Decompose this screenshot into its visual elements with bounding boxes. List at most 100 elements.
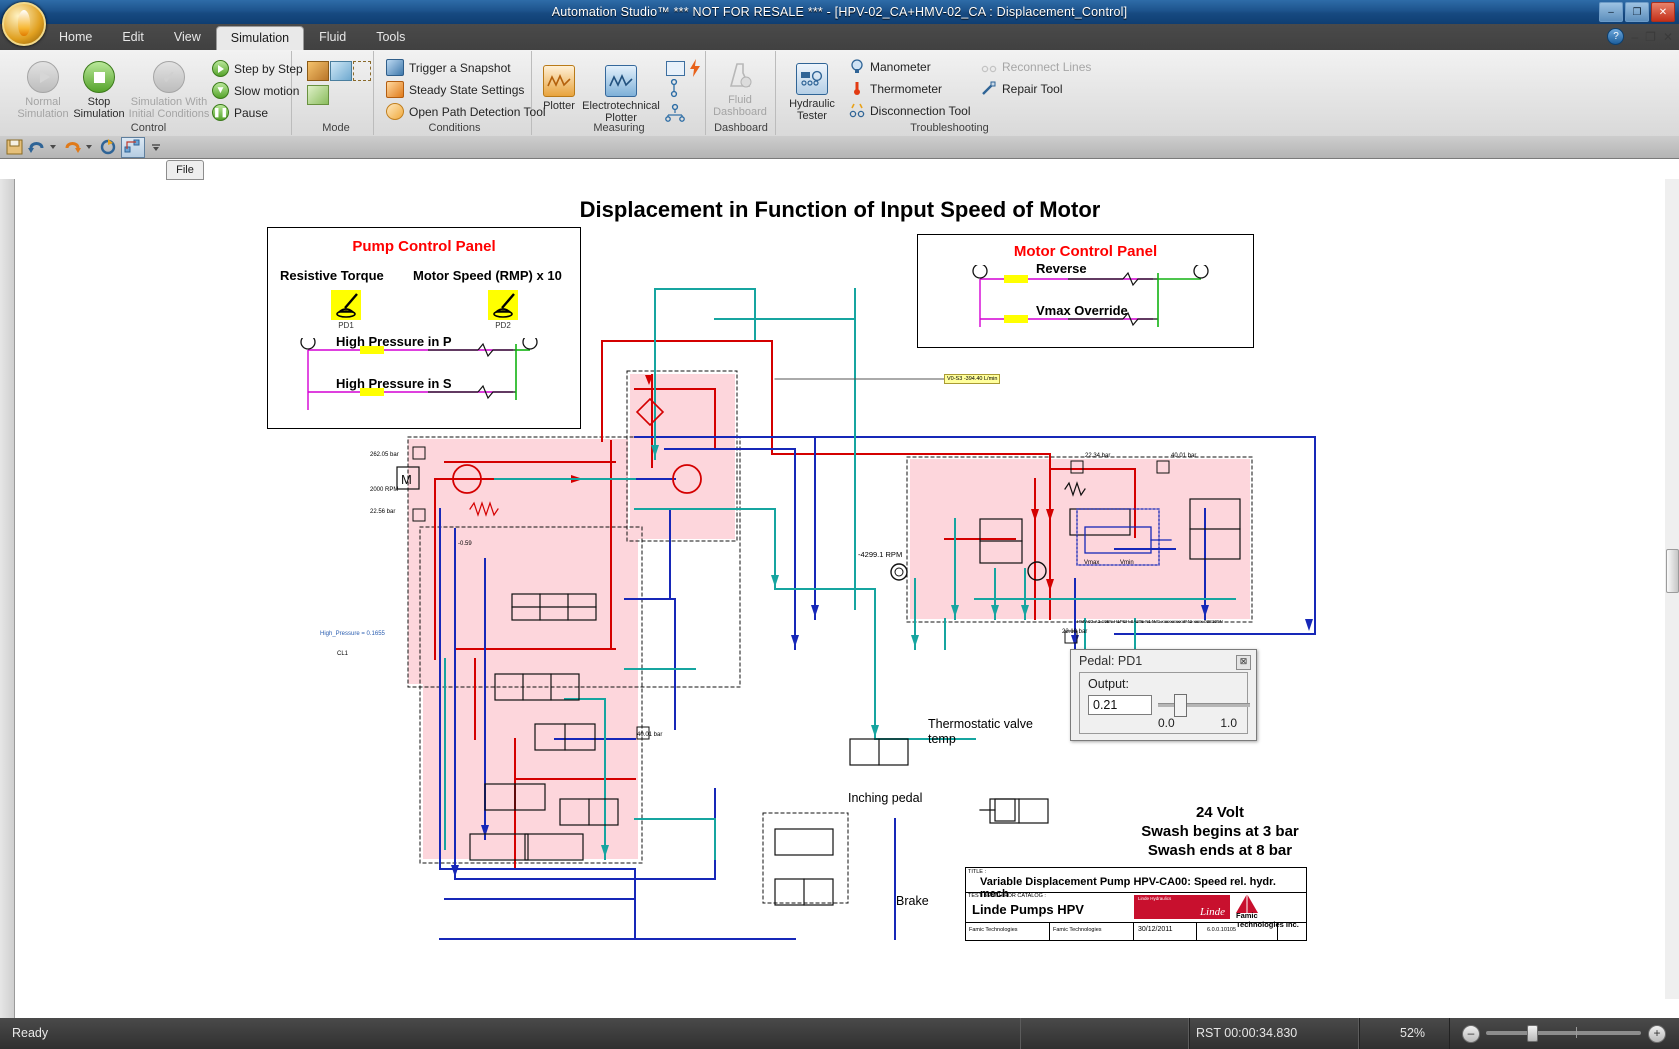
hydraulic-tester-label-1: Hydraulic [789, 98, 835, 110]
pedal-slider-thumb[interactable] [1174, 694, 1187, 717]
reconnect-lines-label: Reconnect Lines [1002, 59, 1092, 74]
mode-document-icon[interactable] [330, 61, 352, 81]
manometer-button[interactable]: Manometer [849, 59, 931, 74]
status-cell-blank [1188, 1018, 1360, 1049]
stop-simulation-button[interactable]: Stop Simulation [68, 57, 130, 120]
plotter-button[interactable]: Plotter [537, 61, 581, 112]
help-icon[interactable]: ? [1607, 28, 1625, 45]
mode-normal-icon[interactable] [307, 61, 329, 81]
electrotechnical-plotter-button[interactable]: Electrotechnical Plotter [581, 61, 661, 124]
simulation-initial-conditions-button[interactable]: ✓ Simulation With Initial Conditions [124, 57, 214, 120]
tab-home[interactable]: Home [44, 25, 107, 50]
status-bar: Ready RST 00:00:34.830 52% – + [0, 1018, 1679, 1049]
pedal-output-label: Output: [1088, 677, 1129, 691]
steady-state-icon [386, 81, 404, 98]
plotter-icon [543, 65, 575, 97]
manometer-label: Manometer [870, 59, 931, 74]
window-buttons: – ❐ ✕ [1599, 2, 1675, 22]
pause-button[interactable]: ❚❚ Pause [212, 104, 268, 121]
tab-simulation[interactable]: Simulation [215, 26, 305, 50]
trigger-snapshot-button[interactable]: Trigger a Snapshot [386, 59, 511, 76]
mode-add-icon[interactable] [307, 85, 329, 105]
undo-icon[interactable] [28, 139, 45, 155]
repair-tool-icon [981, 81, 997, 96]
ribbon-group-conditions: Trigger a Snapshot Steady State Settings… [378, 51, 546, 135]
measurement-label: 40.01 bar [637, 732, 663, 738]
thermometer-button[interactable]: Thermometer [849, 81, 942, 96]
fluid-dashboard-icon [725, 61, 755, 91]
fluid-dashboard-label-2: Dashboard [713, 106, 767, 118]
zoom-slider-track[interactable] [1486, 1031, 1641, 1035]
step-by-step-label: Step by Step [234, 61, 303, 76]
tab-fluid[interactable]: Fluid [304, 25, 361, 50]
close-button[interactable]: ✕ [1651, 2, 1675, 22]
slow-motion-button[interactable]: ▼ Slow motion [212, 82, 299, 99]
probe-icon[interactable] [663, 78, 685, 106]
zoom-in-button[interactable]: + [1648, 1025, 1666, 1043]
tab-edit[interactable]: Edit [107, 25, 159, 50]
measurement-label: Vmax [1084, 560, 1100, 566]
thermostatic-valve-annotation-line2: temp [928, 732, 956, 746]
refresh-icon[interactable] [100, 139, 117, 155]
title-block-footer-version: 6.0.0.10105 [1197, 922, 1278, 940]
mode-selection-icon[interactable] [353, 61, 371, 81]
measurement-label: 2000 RPM [370, 487, 399, 493]
fluid-dashboard-button[interactable]: Fluid Dashboard [709, 57, 771, 118]
title-block-footer-cell: Famic Technologies [966, 922, 1050, 940]
reconnect-lines-icon [981, 59, 997, 74]
minimize-button[interactable]: – [1599, 2, 1623, 22]
save-icon[interactable] [6, 139, 23, 155]
motor-speed-label: Motor Speed (RMP) x 10 [413, 268, 562, 283]
open-path-detection-button[interactable]: Open Path Detection Tool [386, 103, 546, 120]
ribbon-restore-icon[interactable]: ❐ [1645, 31, 1656, 43]
steady-state-settings-button[interactable]: Steady State Settings [386, 81, 524, 98]
title-block-catalog: Linde Pumps HPV [972, 902, 1084, 917]
tab-view[interactable]: View [159, 25, 216, 50]
ribbon-group-control: Normal Simulation Stop Simulation ✓ Simu… [6, 51, 303, 135]
pedal-dialog[interactable]: Pedal: PD1 ⊠ Output: 0.21 0.0 1.0 [1070, 649, 1257, 741]
pedal-pd2-icon[interactable] [488, 290, 518, 320]
pedal-dialog-close-icon[interactable]: ⊠ [1236, 655, 1251, 670]
group-title-control: Control [130, 122, 167, 134]
page-title: Displacement in Function of Input Speed … [579, 197, 1101, 222]
redo-dropdown-icon[interactable] [84, 139, 101, 155]
pause-label: Pause [234, 105, 269, 120]
lightning-icon[interactable] [690, 59, 700, 82]
title-block-footer-blank [1278, 922, 1306, 940]
status-cell-timer [1020, 1018, 1190, 1049]
file-tab[interactable]: File [166, 160, 204, 180]
selection-tool-icon[interactable] [121, 137, 145, 158]
pedal-output-input[interactable]: 0.21 [1088, 695, 1152, 715]
window-title: Automation Studio™ *** NOT FOR RESALE **… [551, 5, 1128, 19]
hydraulic-tester-button[interactable]: Hydraulic Tester [781, 59, 843, 122]
ribbon-close-icon[interactable]: ✕ [1663, 31, 1673, 43]
reconnect-lines-button[interactable]: Reconnect Lines [981, 59, 1091, 74]
zoom-slider-thumb[interactable] [1527, 1025, 1538, 1042]
ribbon-tabs: Home Edit View Simulation Fluid Tools [44, 24, 420, 50]
pedal-pd1-label: PD1 [338, 321, 354, 330]
redo-icon[interactable] [64, 139, 81, 155]
linde-logo-brand: Linde [1199, 906, 1225, 918]
vertical-scroll-thumb[interactable] [1666, 549, 1679, 593]
thermometer-icon [849, 81, 865, 96]
table-icon[interactable] [666, 61, 685, 76]
plotter-label: Plotter [543, 100, 575, 112]
tab-tools[interactable]: Tools [361, 25, 420, 50]
normal-simulation-button[interactable]: Normal Simulation [12, 57, 74, 120]
vertical-scrollbar[interactable] [1664, 179, 1679, 999]
resistive-torque-label: Resistive Torque [280, 268, 384, 283]
snapshot-icon [386, 59, 404, 76]
schematic-canvas[interactable]: M Displacement in Function of Input Spee… [15, 179, 1665, 999]
pedal-pd1-icon[interactable] [331, 290, 361, 320]
maximize-button[interactable]: ❐ [1625, 2, 1649, 22]
repair-tool-button[interactable]: Repair Tool [981, 81, 1062, 96]
step-by-step-button[interactable]: Step by Step [212, 60, 303, 77]
app-logo-icon[interactable] [2, 2, 46, 46]
disconnection-tool-button[interactable]: Disconnection Tool [849, 103, 971, 118]
zoom-out-button[interactable]: – [1462, 1025, 1480, 1043]
pedal-slider-track[interactable] [1158, 703, 1250, 707]
ribbon-minimize-icon[interactable]: – [1631, 31, 1638, 43]
group-title-troubleshooting: Troubleshooting [910, 122, 989, 134]
undo-dropdown-icon[interactable] [48, 139, 65, 155]
customize-dropdown-icon[interactable] [150, 139, 167, 155]
